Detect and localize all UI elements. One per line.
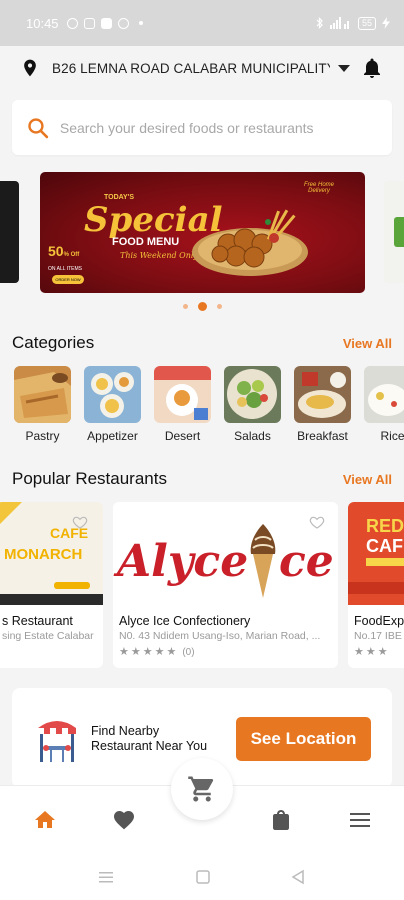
restaurant-card[interactable]: RED CAF FoodExp No.17 IBE ★★★ bbox=[348, 502, 404, 668]
favorite-heart-icon[interactable] bbox=[72, 514, 88, 530]
recent-apps-icon[interactable] bbox=[98, 869, 114, 885]
settings-icon bbox=[117, 17, 129, 29]
chevron-down-icon[interactable] bbox=[338, 64, 350, 72]
banner-order-button[interactable]: ORDER NOW bbox=[52, 275, 84, 284]
back-icon[interactable] bbox=[290, 869, 306, 885]
category-label: Breakfast bbox=[297, 429, 348, 443]
restaurant-shop-icon bbox=[38, 721, 76, 762]
category-item-appetizer[interactable]: Appetizer bbox=[84, 366, 141, 443]
favorite-heart-icon[interactable] bbox=[309, 514, 325, 530]
restaurant-rating: ★★★ bbox=[354, 646, 390, 658]
system-icons: 55 bbox=[316, 16, 390, 30]
carousel-indicator bbox=[0, 302, 404, 311]
system-navigation-bar bbox=[0, 857, 404, 900]
restaurant-address: No.17 IBE bbox=[354, 630, 402, 642]
restaurants-title: Popular Restaurants bbox=[12, 469, 167, 488]
banner-free-delivery: Free Home Delivery bbox=[303, 182, 334, 194]
signal-icon bbox=[329, 17, 349, 29]
category-label: Salads bbox=[234, 429, 271, 443]
restaurant-address: sing Estate Calabar bbox=[2, 630, 94, 642]
restaurants-list: CAFE MONARCH s Restaurant sing Estate Ca… bbox=[0, 502, 404, 668]
category-item-breakfast[interactable]: Breakfast bbox=[294, 366, 351, 443]
restaurant-cover-image: RED CAF bbox=[348, 502, 404, 605]
carousel-dot[interactable] bbox=[182, 304, 188, 309]
cover-cafe-text: CAF bbox=[366, 536, 403, 556]
see-location-button[interactable]: See Location bbox=[236, 717, 371, 761]
notification-icons bbox=[66, 17, 143, 29]
find-nearby-line1: Find Nearby bbox=[91, 724, 160, 738]
location-pin-icon bbox=[24, 59, 36, 77]
categories-header: Categories View All bbox=[12, 333, 392, 353]
rice-image bbox=[364, 366, 404, 423]
fried-chicken-image bbox=[192, 209, 308, 276]
cover-text-line2: MONARCH bbox=[4, 546, 82, 563]
status-bar: 10:45 55 bbox=[0, 0, 404, 46]
restaurant-name: s Restaurant bbox=[2, 614, 73, 628]
restaurants-header: Popular Restaurants View All bbox=[12, 469, 392, 489]
heart-icon[interactable] bbox=[112, 808, 136, 832]
restaurant-card[interactable]: CAFE MONARCH s Restaurant sing Estate Ca… bbox=[0, 502, 103, 668]
banner-discount-note: ON ALL ITEMS bbox=[48, 266, 82, 272]
breakfast-image bbox=[294, 366, 351, 423]
carousel-dot-active[interactable] bbox=[197, 302, 207, 311]
charging-icon bbox=[382, 17, 390, 29]
banner-prev-slide[interactable] bbox=[0, 181, 19, 283]
carousel-dot[interactable] bbox=[216, 304, 222, 309]
banner-next-slide[interactable] bbox=[384, 181, 404, 283]
banner-discount-value: 50 bbox=[48, 243, 64, 259]
promo-banner[interactable]: TODAY'S Special FOOD MENU This Weekend O… bbox=[40, 172, 365, 293]
desert-image bbox=[154, 366, 211, 423]
home-system-icon[interactable] bbox=[195, 869, 211, 885]
category-label: Appetizer bbox=[87, 429, 138, 443]
home-icon[interactable] bbox=[33, 808, 57, 832]
bluetooth-icon bbox=[316, 17, 323, 29]
restaurant-cover-image: Alyce ce bbox=[113, 502, 338, 605]
appetizer-image bbox=[84, 366, 141, 423]
ice-logo-text: ce bbox=[279, 536, 334, 587]
more-notifications-icon bbox=[138, 21, 143, 25]
cover-red-text: RED bbox=[366, 516, 404, 536]
rating-count: (0) bbox=[182, 647, 195, 658]
category-item-pastry[interactable]: Pastry bbox=[14, 366, 71, 443]
whatsapp-icon bbox=[66, 17, 78, 29]
notification-bell-icon[interactable] bbox=[360, 56, 384, 80]
banner-weekend: This Weekend Only bbox=[120, 251, 198, 260]
search-bar[interactable] bbox=[12, 100, 392, 155]
category-label: Desert bbox=[164, 429, 201, 443]
pastry-image bbox=[14, 366, 71, 423]
category-item-rice[interactable]: Rice bbox=[364, 366, 404, 443]
cart-icon bbox=[188, 776, 214, 802]
restaurants-view-all-link[interactable]: View All bbox=[343, 472, 392, 487]
categories-title: Categories bbox=[12, 333, 95, 352]
message-icon bbox=[83, 17, 95, 29]
restaurant-name: FoodExp bbox=[354, 614, 404, 628]
restaurant-name: Alyce Ice Confectionery bbox=[119, 614, 251, 628]
restaurant-address: N0. 43 Ndidem Usang-Iso, Marian Road, ..… bbox=[119, 630, 321, 642]
find-nearby-text: Find Nearby Restaurant Near You bbox=[91, 724, 207, 754]
location-bar[interactable]: B26 LEMNA ROAD CALABAR MUNICIPALITY ... bbox=[0, 48, 404, 88]
app-icon bbox=[100, 17, 112, 29]
menu-icon[interactable] bbox=[348, 808, 372, 832]
banner-food-menu: FOOD MENU bbox=[112, 236, 180, 248]
category-item-desert[interactable]: Desert bbox=[154, 366, 211, 443]
restaurant-card[interactable]: Alyce ce Alyce Ice Confectionery N0. 43 … bbox=[113, 502, 338, 668]
category-item-salads[interactable]: Salads bbox=[224, 366, 281, 443]
restaurant-rating: ★★★★★ (0) bbox=[119, 646, 195, 658]
category-label: Pastry bbox=[25, 429, 60, 443]
delivery-address[interactable]: B26 LEMNA ROAD CALABAR MUNICIPALITY ... bbox=[52, 61, 330, 76]
categories-view-all-link[interactable]: View All bbox=[343, 336, 392, 351]
alyce-logo-text: Alyce bbox=[113, 536, 248, 587]
find-nearby-line2: Restaurant Near You bbox=[91, 739, 208, 753]
shopping-bag-icon[interactable] bbox=[269, 808, 293, 832]
banner-discount: 50% Off ON ALL ITEMS bbox=[48, 244, 82, 276]
salads-image bbox=[224, 366, 281, 423]
categories-list: Pastry Appetizer Desert Salads Breakfast… bbox=[14, 366, 404, 443]
banner-discount-suffix: % Off bbox=[63, 252, 80, 258]
category-label: Rice bbox=[380, 429, 404, 443]
search-icon bbox=[28, 117, 49, 138]
battery-icon: 55 bbox=[357, 16, 376, 30]
cart-button[interactable] bbox=[171, 758, 233, 820]
search-input[interactable] bbox=[59, 119, 378, 136]
status-time: 10:45 bbox=[26, 15, 59, 31]
